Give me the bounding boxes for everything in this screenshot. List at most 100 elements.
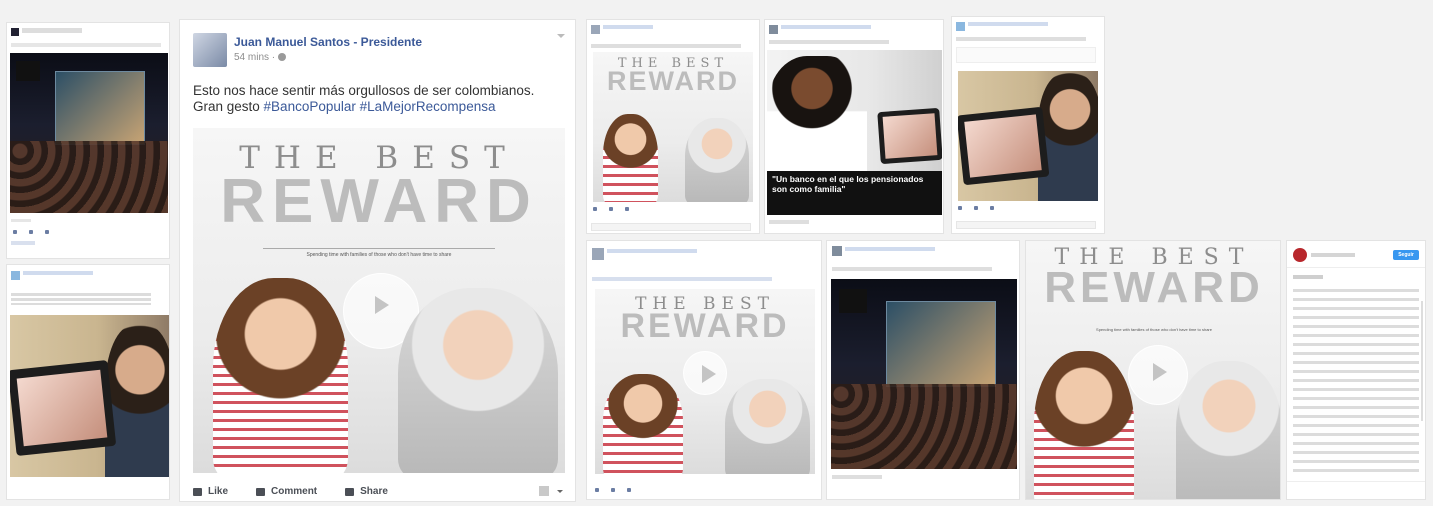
post-text-line2: Gran gesto #BancoPopular #LaMejorRecompe… (193, 99, 496, 114)
post-card-nurse: "Un banco en el que los pensionados son … (764, 19, 944, 234)
comment-button[interactable] (974, 205, 980, 210)
post-meta (769, 220, 809, 224)
nurse-image[interactable]: "Un banco en el que los pensionados son … (767, 50, 942, 215)
cinema-image[interactable] (10, 53, 168, 213)
comment-button[interactable] (611, 487, 617, 492)
post-meta (11, 43, 161, 47)
reward-video[interactable]: THE BEST REWARD (593, 52, 753, 202)
like-icon (193, 487, 202, 496)
post-card-reward-4: THE BEST REWARD Spending time with famil… (1025, 240, 1281, 500)
post-meta (22, 28, 82, 33)
comment-button[interactable] (29, 229, 35, 234)
post-text-line1: Esto nos hace sentir más orgullosos de s… (193, 83, 535, 98)
comments-list (1293, 289, 1419, 474)
post-actions (593, 206, 631, 211)
hashtag-link[interactable]: #LaMejorRecompensa (360, 99, 496, 114)
globe-icon (277, 53, 286, 62)
like-button[interactable]: Like (193, 486, 228, 497)
author-avatar[interactable] (193, 33, 227, 67)
tablet-image[interactable] (10, 315, 169, 477)
like-button[interactable] (595, 487, 601, 492)
tablet-image[interactable] (958, 71, 1098, 201)
share-button[interactable] (45, 229, 51, 234)
like-button[interactable] (958, 205, 964, 210)
post-meta (832, 475, 882, 479)
follow-button[interactable]: Seguir (1393, 250, 1419, 260)
comment-box[interactable] (1287, 481, 1425, 499)
page-avatar-selector[interactable] (539, 486, 549, 496)
account-name (1311, 253, 1355, 257)
like-icon (595, 487, 599, 492)
reward-video[interactable]: THE BEST REWARD Spending time with famil… (1026, 241, 1280, 499)
man-figure (1038, 73, 1098, 201)
play-icon[interactable] (1128, 345, 1188, 405)
avatar[interactable] (591, 25, 600, 34)
reward-video[interactable]: THE BEST REWARD (595, 289, 815, 474)
chevron-down-icon[interactable] (557, 34, 565, 38)
post-actions (595, 487, 633, 492)
comment-box[interactable] (956, 221, 1096, 229)
scrollbar[interactable] (1421, 301, 1423, 421)
audience (831, 384, 1017, 469)
audience (10, 141, 168, 213)
comment-button[interactable] (609, 206, 615, 211)
post-text (769, 40, 889, 44)
man-figure (105, 325, 169, 477)
reward-tagline: Spending time with families of those who… (306, 252, 452, 258)
share-icon (625, 206, 629, 211)
post-text (956, 37, 1086, 41)
post-text (591, 44, 741, 48)
share-button[interactable]: Share (345, 486, 388, 497)
hashtag-link[interactable]: #BancoPopular (264, 99, 356, 114)
post-card-cinema-1 (6, 22, 170, 259)
avatar[interactable] (1293, 248, 1307, 262)
girl-figure (1034, 351, 1134, 499)
avatar[interactable] (956, 22, 965, 31)
post-meta (23, 271, 93, 275)
share-icon (345, 487, 355, 496)
like-icon (958, 205, 962, 210)
post-time: 54 mins · (234, 52, 286, 63)
share-button[interactable] (625, 206, 631, 211)
avatar[interactable] (769, 25, 778, 34)
cinema-screen (55, 71, 145, 145)
comment-button[interactable]: Comment (256, 486, 317, 497)
share-icon (45, 229, 49, 234)
post-actions: Like Comment Share (193, 486, 416, 497)
playground-logo (839, 289, 867, 313)
reward-video[interactable]: THE BEST REWARD Spending time with famil… (193, 128, 565, 473)
reward-title: REWARD (620, 307, 790, 345)
share-button[interactable] (990, 205, 996, 210)
tablet-device (877, 107, 942, 165)
like-button[interactable] (593, 206, 599, 211)
quote-caption: "Un banco en el que los pensionados son … (767, 171, 942, 215)
reward-title: REWARD (1044, 263, 1264, 312)
girl-figure (213, 278, 348, 473)
avatar[interactable] (11, 271, 20, 280)
post-text (592, 277, 772, 281)
play-icon[interactable] (683, 351, 727, 395)
cinema-image[interactable] (831, 279, 1017, 469)
post-card-reward-2: THE BEST REWARD (586, 19, 760, 234)
nurse-figure (767, 56, 867, 186)
avatar[interactable] (832, 246, 842, 256)
playground-logo (16, 61, 40, 81)
chevron-down-icon[interactable] (557, 490, 563, 493)
author-name[interactable]: Juan Manuel Santos - Presidente (234, 35, 422, 49)
post-text (832, 267, 992, 271)
post-card-reward-3: THE BEST REWARD (586, 240, 822, 500)
avatar[interactable] (11, 28, 19, 36)
like-button[interactable] (13, 229, 19, 234)
grandmother-figure (398, 288, 558, 473)
post-text: Esto nos hace sentir más orgullosos de s… (193, 83, 534, 115)
instagram-card: Seguir (1286, 240, 1426, 500)
share-icon (990, 205, 994, 210)
like-icon (593, 206, 597, 211)
shared-post-header (956, 47, 1096, 63)
grandmother-figure (1176, 361, 1280, 499)
avatar[interactable] (592, 248, 604, 260)
post-meta (603, 25, 653, 29)
share-button[interactable] (627, 487, 633, 492)
likes-count (1293, 275, 1323, 279)
comment-box[interactable] (591, 223, 751, 231)
